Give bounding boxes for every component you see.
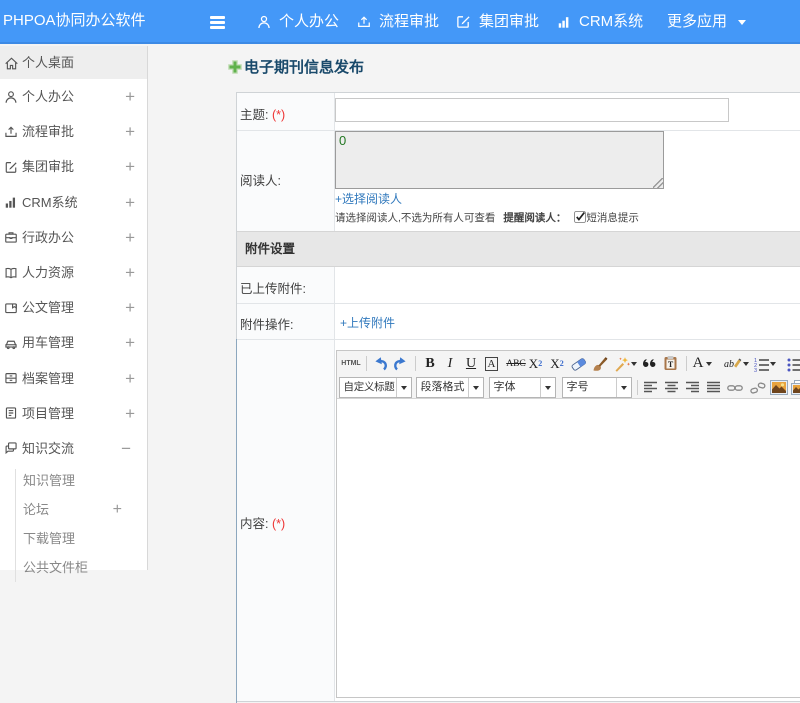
svg-text:T: T	[668, 360, 674, 369]
svg-text:ab: ab	[724, 359, 734, 370]
svg-text:3: 3	[754, 368, 757, 372]
